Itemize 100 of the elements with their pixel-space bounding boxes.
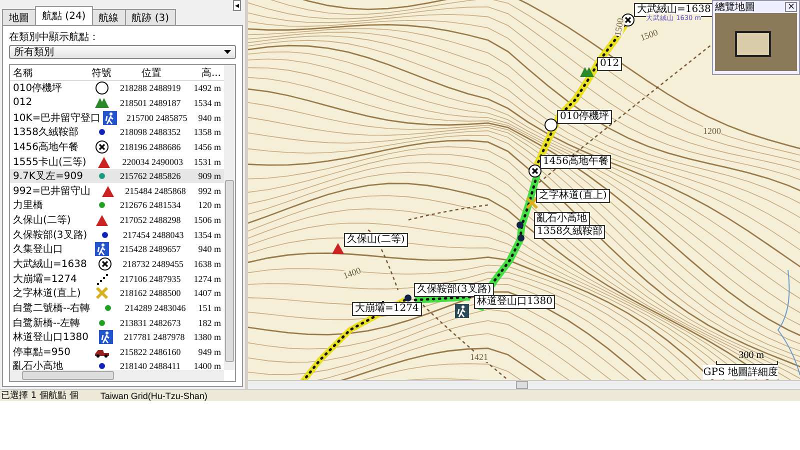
waypoint-row[interactable]: 久保鞍部(3叉路) 217454 2488043 1354 m (10, 227, 224, 242)
collapse-button[interactable]: ◂ (232, 0, 241, 11)
caret-icon (224, 50, 231, 54)
position-cell-text: 215762 2485826 (119, 171, 182, 182)
position-cell-text: 215700 2485875 (126, 112, 188, 123)
name-cell-text: 1358久絨鞍部 (12, 126, 80, 140)
triangle-icon[interactable] (330, 241, 346, 255)
horizontal-scrollbar[interactable] (10, 370, 224, 381)
position-cell-text: 218732 2489455 (122, 259, 184, 269)
hiker-icon (94, 242, 110, 256)
waypoint-label: 1358久絨鞍部 (534, 225, 606, 239)
altitude-cell-text: 940 m (197, 244, 222, 254)
altitude-cell-text: 1534 m (192, 98, 222, 108)
name-cell-text: 1456高地午餐 (12, 140, 80, 154)
status-text: Taiwan Grid(Hu-Tzu-Shan) (100, 390, 208, 400)
hiker-icon (98, 330, 114, 344)
waypoint-row[interactable]: 010停機坪 218288 2488919 1492 m (10, 81, 224, 96)
waypoint-row[interactable]: 大崩壩=1274 217106 2487935 1274 m (10, 271, 224, 286)
position-cell-text: 218196 2488686 (119, 142, 182, 152)
waypoint-label: 010停機坪 (557, 110, 612, 124)
elevation-label: 1421 (470, 352, 488, 362)
altitude-cell-text: 949 m (197, 346, 222, 357)
name-cell-text: 之字林道(直上) (12, 286, 82, 300)
altitude-cell-text: 1531 m (192, 156, 222, 167)
elevation-label: 1200 (703, 126, 721, 136)
waypoint-row[interactable]: 10K=巴井留守登口 215700 2485875 940 m (10, 110, 224, 125)
position-cell-text: 217781 2487978 (122, 332, 186, 342)
close-button[interactable]: × (785, 2, 797, 12)
waypoint-row[interactable]: 大武絨山=1638 218732 2489455 1638 m (10, 256, 224, 272)
position-cell-text: 218288 2488919 (119, 83, 182, 94)
waypoint-row[interactable]: 白鹭新橋--左轉 213831 2482673 182 m (10, 315, 224, 330)
position-cell-text: 214289 2483046 (124, 302, 187, 313)
waypoint-row[interactable]: 之字林道(直上) 218162 2488500 1407 m (10, 286, 224, 301)
altitude-cell-text: 182 m (197, 318, 222, 328)
altitude-cell-text: 1407 m (192, 288, 222, 298)
x-circle-icon (94, 140, 110, 154)
altitude-cell-text: 1354 m (192, 230, 222, 240)
tab[interactable]: 航線 (92, 9, 126, 25)
x-circle-icon[interactable] (527, 164, 543, 178)
tent-icon[interactable] (579, 65, 595, 79)
waypoint-row[interactable]: 力里橋 212676 2481534 120 m (10, 198, 224, 213)
name-cell-text: 林道登山口1380 (12, 330, 90, 344)
column-header[interactable]: 符號 (86, 66, 117, 80)
cross-icon (94, 286, 110, 300)
waypoint-row[interactable]: 久保山(二等) 217052 2488298 1506 m (10, 212, 224, 228)
triangle-icon (94, 213, 110, 228)
position-cell-text: 213831 2482673 (119, 318, 182, 328)
position-cell-text: 215428 2489657 (119, 244, 182, 254)
map-detail-label: GPS 地圖詳細度 (703, 365, 778, 379)
category-dropdown[interactable]: 所有類別 (9, 45, 236, 59)
horizontal-scrollbar[interactable] (248, 380, 800, 389)
circle-icon[interactable] (543, 118, 559, 132)
waypoint-row[interactable]: 1358久絨鞍部 218098 2488352 1358 m (10, 124, 224, 140)
waypoint-label: 012 (597, 57, 622, 71)
altitude-cell-text: 1274 m (192, 274, 222, 284)
altitude-cell-text: 1380 m (192, 332, 222, 342)
altitude-cell-text: 940 m (197, 112, 222, 123)
altitude-cell-text: 1358 m (192, 127, 222, 138)
name-cell-text: 停車點=950 (12, 346, 72, 359)
column-header[interactable]: 名稱 (10, 66, 86, 80)
elevation-label: 1500 (638, 27, 660, 43)
waypoint-row[interactable]: 久集登山口 215428 2489657 940 m (10, 242, 224, 257)
waypoint-row[interactable]: 992=巴井留守山 215484 2485868 992 m (10, 183, 224, 198)
altitude-cell-text: 992 m (197, 186, 222, 196)
waypoint-label: 久保山(二等) (344, 233, 408, 247)
name-cell-text: 力里橋 (12, 198, 44, 212)
position-cell-text: 212676 2481534 (119, 200, 182, 210)
waypoint-row[interactable]: 012 218501 2489187 1534 m (10, 96, 224, 110)
position-cell-text: 217106 2487935 (119, 274, 182, 284)
name-cell-text: 久集登山口 (12, 242, 64, 256)
tab[interactable]: 航跡 (3) (124, 9, 176, 25)
vertical-scrollbar[interactable] (224, 65, 235, 370)
waypoint-label: 亂石小高地 (534, 212, 590, 226)
altitude-cell-text: 909 m (197, 171, 222, 182)
position-cell-text: 218098 2488352 (119, 127, 182, 138)
status-text: 已選擇 1 個航點 個 (1, 390, 78, 402)
waypoint-row[interactable]: 白鹭二號橋--右轉 214289 2483046 151 m (10, 300, 224, 316)
name-cell-text: 白鹭二號橋--右轉 (12, 302, 92, 315)
altitude-cell-text: 151 m (197, 302, 222, 313)
cross-icon[interactable] (524, 196, 540, 210)
waypoint-label: 之字林道(直上) (536, 189, 610, 203)
position-cell-text: 218140 2488411 (119, 361, 182, 372)
column-header[interactable]: 高... (186, 66, 224, 80)
scale-label: 300 m (738, 350, 764, 361)
tab[interactable]: 地圖 (2, 9, 36, 25)
column-header[interactable]: 位置 (117, 66, 186, 80)
altitude-cell-text: 1456 m (192, 142, 222, 152)
waypoint-row[interactable]: 林道登山口1380 217781 2487978 1380 m (10, 330, 224, 345)
waypoint-row[interactable]: 9.7K叉左=909 215762 2485826 909 m (10, 168, 224, 184)
tab[interactable]: 航點 (24) (35, 6, 93, 25)
altitude-cell-text: 1638 m (192, 259, 222, 269)
position-cell-text: 218501 2489187 (119, 98, 182, 108)
hiker-icon[interactable] (454, 304, 470, 318)
waypoint-row[interactable]: 停車點=950 215822 2486160 949 m (10, 344, 224, 360)
name-cell-text: 1555卡山(三等) (12, 156, 88, 169)
waypoint-row[interactable]: 1456高地午餐 218196 2488686 1456 m (10, 140, 224, 154)
waypoint-row[interactable]: 亂石小高地 218140 2488411 1400 m (10, 359, 224, 374)
altitude-cell-text: 1400 m (192, 361, 222, 372)
name-cell-text: 9.7K叉左=909 (12, 170, 84, 184)
waypoint-row[interactable]: 1555卡山(三等) 220034 2490003 1531 m (10, 154, 224, 169)
